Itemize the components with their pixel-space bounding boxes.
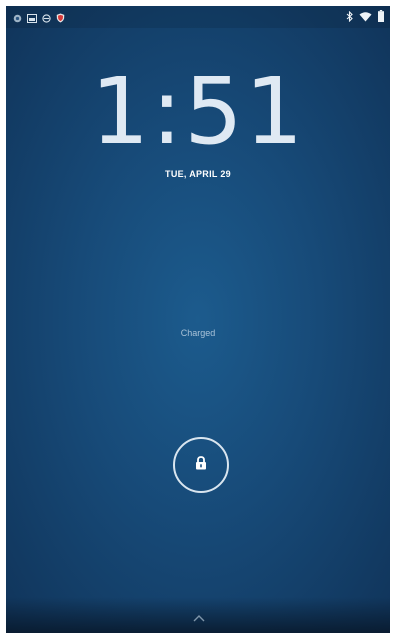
bottom-bar [6,597,390,633]
lockscreen: 1:51 TUE, APRIL 29 Charged [6,6,390,633]
charging-status: Charged [180,328,216,338]
clock-time: 1:51 [90,58,306,165]
shield-icon [56,10,65,28]
lock-icon [195,455,207,475]
bluetooth-icon [346,9,353,27]
app-icon [13,10,22,28]
chevron-up-icon[interactable] [193,609,205,627]
battery-icon [378,9,384,27]
status-bar [6,6,390,28]
lockscreen-date: TUE, APRIL 29 [165,169,231,179]
media-icon [42,10,51,28]
status-bar-notifications [13,10,65,28]
lockscreen-clock: 1:51 [6,62,390,162]
wifi-icon [359,9,372,27]
status-bar-system [346,9,384,27]
unlock-button[interactable] [173,437,229,493]
image-icon [27,10,37,28]
